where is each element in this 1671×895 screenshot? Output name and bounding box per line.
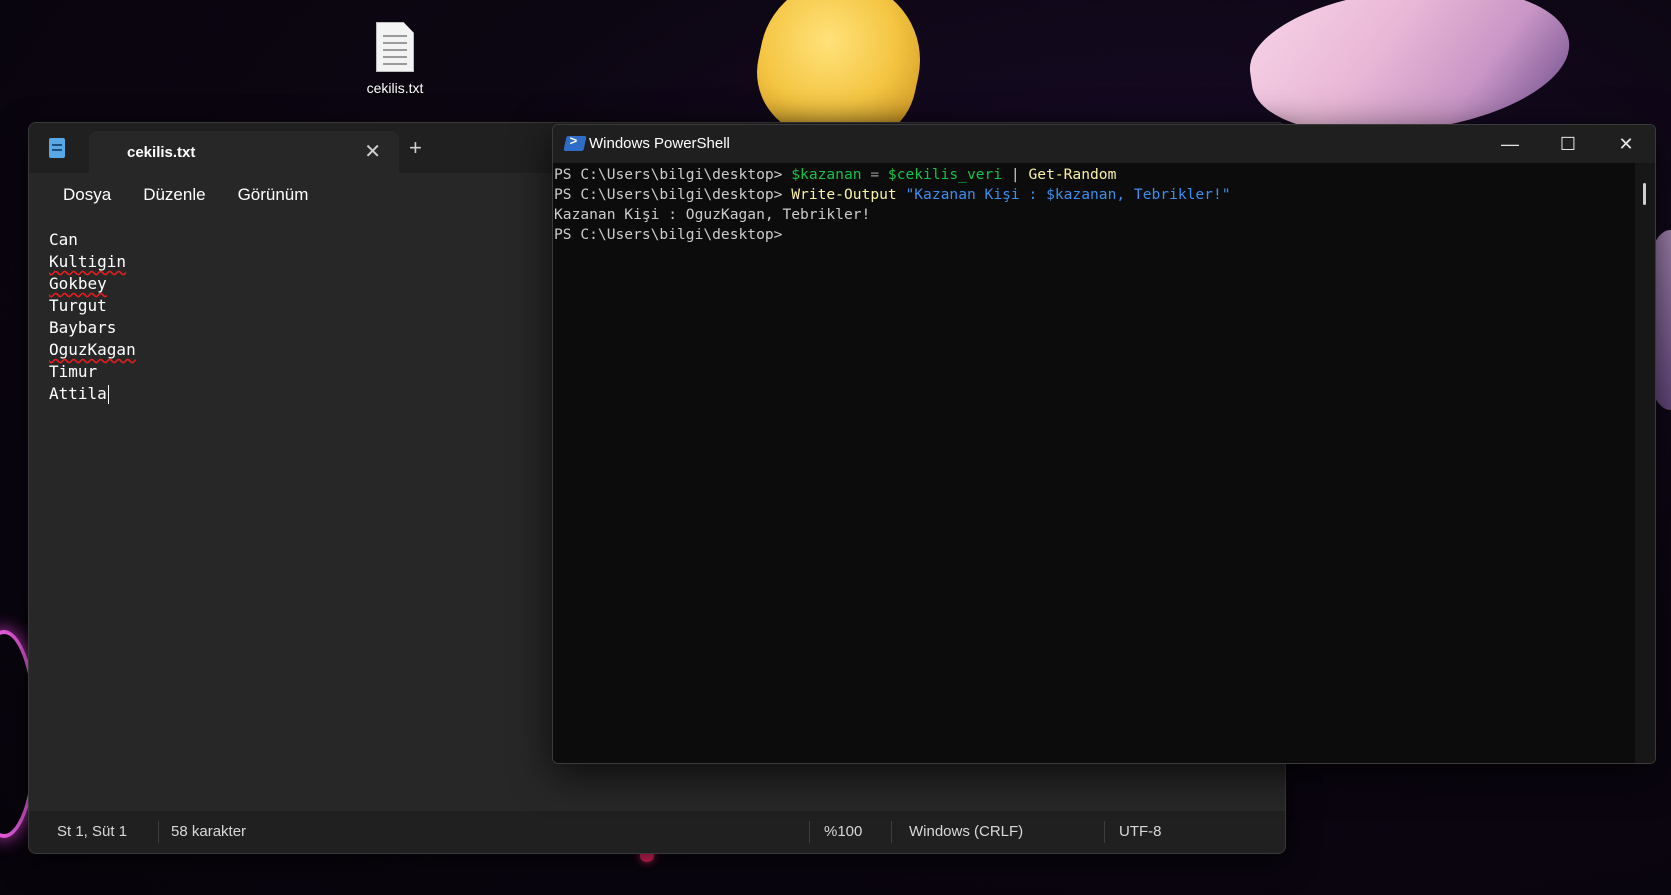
status-position: St 1, Süt 1 — [57, 823, 128, 840]
powershell-window: Windows PowerShell — ☐ ✕ PS C:\Users\bil… — [552, 124, 1656, 764]
menu-file[interactable]: Dosya — [47, 179, 127, 211]
menu-view[interactable]: Görünüm — [222, 179, 325, 211]
status-line-ending[interactable]: Windows (CRLF) — [909, 823, 1023, 840]
powershell-icon — [563, 136, 587, 151]
powershell-title: Windows PowerShell — [589, 135, 730, 152]
notepad-tab-title: cekilis.txt — [127, 144, 196, 161]
status-divider — [158, 821, 159, 843]
powershell-scrollbar[interactable] — [1635, 163, 1655, 763]
status-divider — [891, 821, 892, 843]
text-caret — [107, 385, 109, 404]
notepad-tab[interactable]: cekilis.txt ✕ — [89, 131, 399, 173]
close-icon[interactable]: ✕ — [1597, 125, 1655, 163]
powershell-titlebar[interactable]: Windows PowerShell — ☐ ✕ — [553, 125, 1655, 163]
console-prompt: PS C:\Users\bilgi\desktop> — [554, 226, 783, 243]
console-line: PS C:\Users\bilgi\desktop> Write-Output … — [554, 186, 1231, 203]
notepad-app-icon — [49, 138, 65, 158]
console-output: Kazanan Kişi : OguzKagan, Tebrikler! — [554, 206, 871, 223]
desktop-file-label: cekilis.txt — [366, 80, 424, 96]
status-encoding[interactable]: UTF-8 — [1119, 823, 1162, 840]
status-divider — [809, 821, 810, 843]
notepad-statusbar: St 1, Süt 1 58 karakter %100 Windows (CR… — [29, 811, 1285, 853]
status-char-count: 58 karakter — [171, 823, 247, 840]
desktop-file-icon[interactable]: cekilis.txt — [355, 22, 435, 96]
scrollbar-thumb[interactable] — [1643, 183, 1646, 205]
status-zoom[interactable]: %100 — [824, 823, 862, 840]
powershell-console[interactable]: PS C:\Users\bilgi\desktop> $kazanan = $c… — [553, 163, 1635, 763]
close-tab-icon[interactable]: ✕ — [364, 139, 381, 164]
minimize-icon[interactable]: — — [1481, 125, 1539, 163]
text-file-icon — [376, 22, 414, 72]
new-tab-icon[interactable]: + — [409, 135, 422, 161]
status-divider — [1104, 821, 1105, 843]
maximize-icon[interactable]: ☐ — [1539, 125, 1597, 163]
menu-edit[interactable]: Düzenle — [127, 179, 221, 211]
console-line: PS C:\Users\bilgi\desktop> $kazanan = $c… — [554, 166, 1117, 183]
